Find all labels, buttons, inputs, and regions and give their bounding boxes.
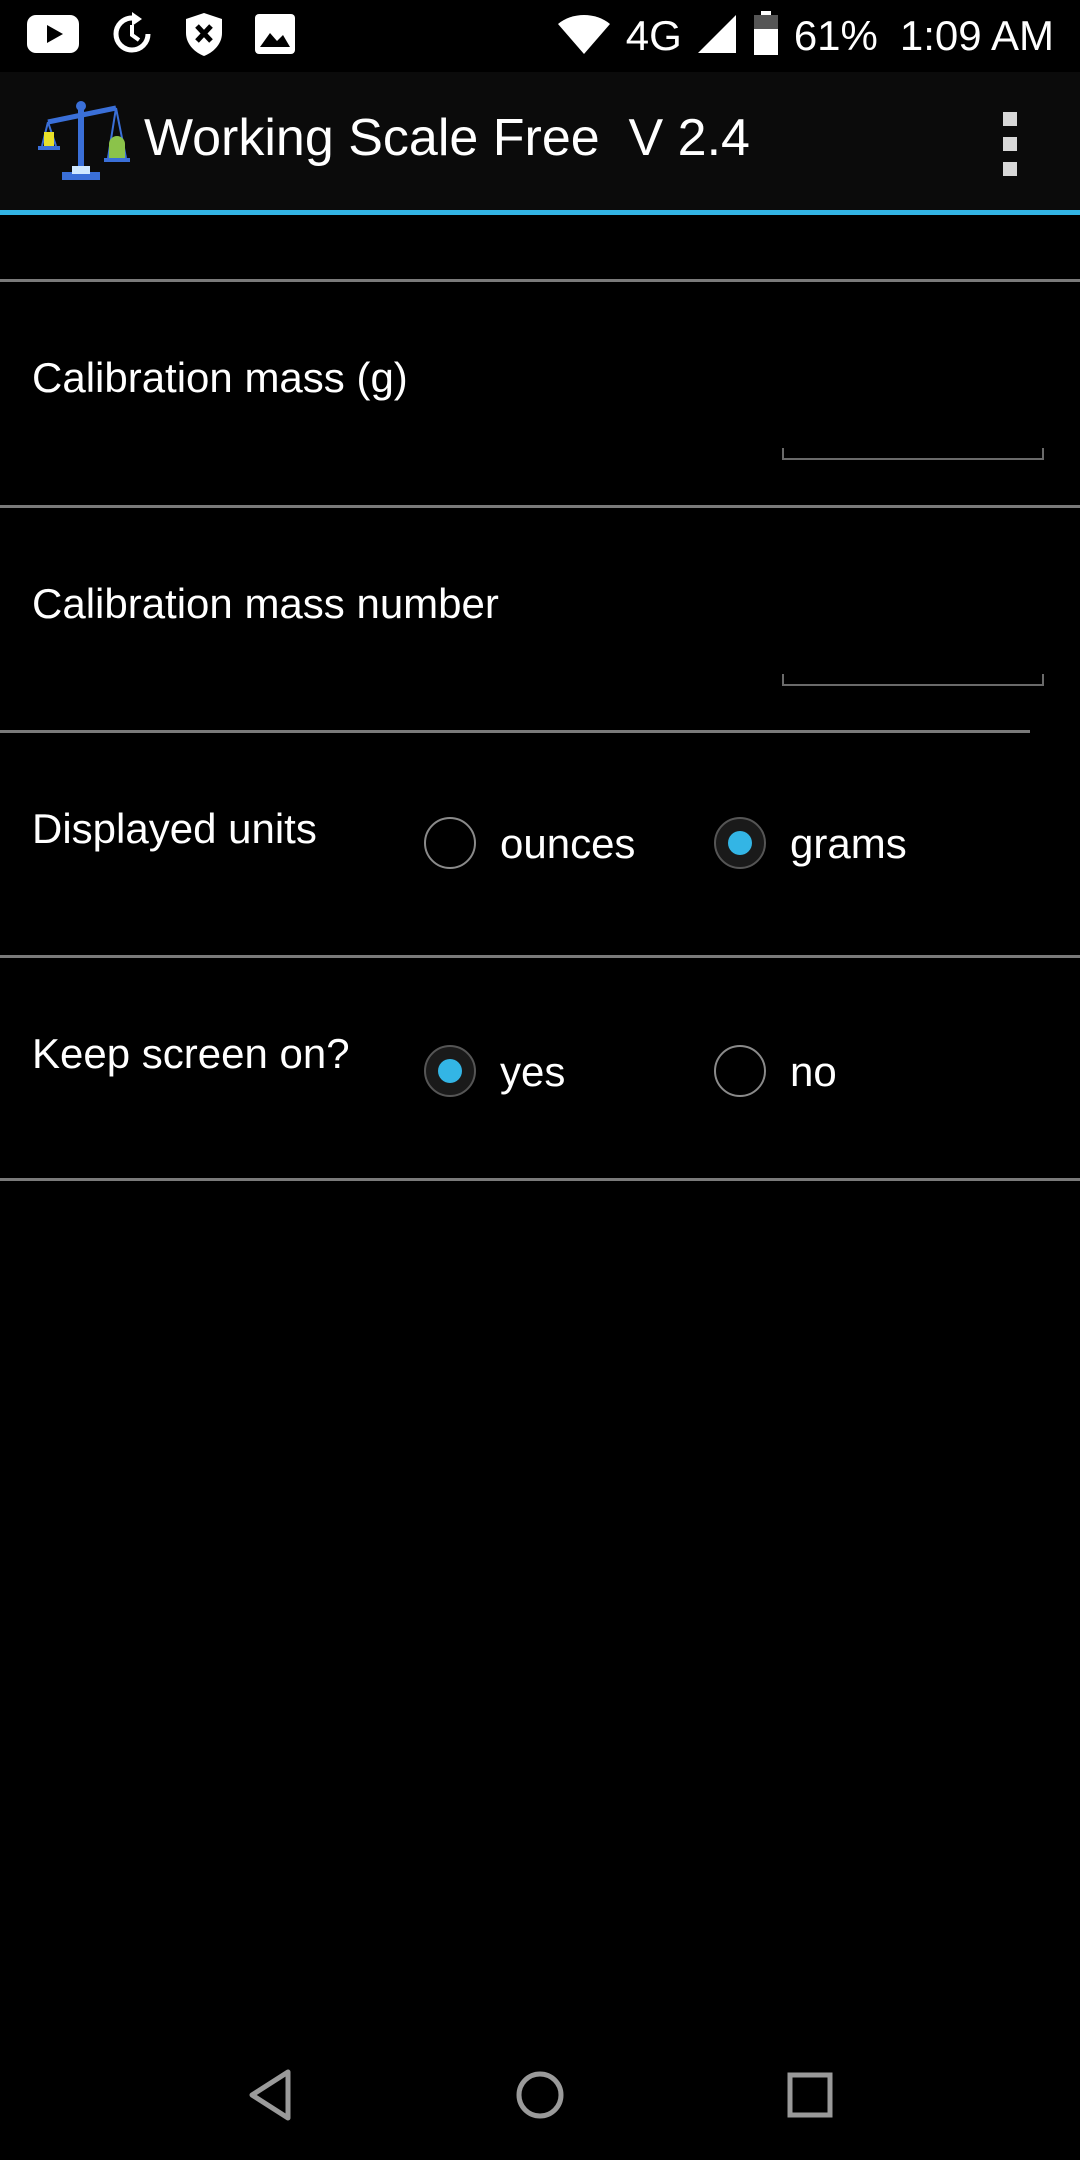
divider [0,955,1080,958]
displayed-units-label: Displayed units [32,805,317,852]
keep-screen-on-label: Keep screen on? [32,1030,350,1077]
overflow-menu-icon[interactable] [1000,112,1020,176]
divider [0,1178,1080,1181]
divider [0,505,1080,508]
system-status: 4G 61% 1:09 AM [556,10,1054,62]
yes-radio[interactable] [424,1045,476,1097]
calibration-mass-number-label: Calibration mass number [32,580,499,627]
app-bar: Working Scale Free V 2.4 [0,72,1080,215]
image-icon [254,13,296,60]
sync-icon [110,11,154,61]
wifi-icon [556,12,612,61]
divider [0,279,1080,282]
battery-percent: 61% [793,12,878,59]
status-bar: 4G 61% 1:09 AM [0,0,1080,72]
grams-radio[interactable] [714,817,766,869]
scale-app-icon [34,100,130,184]
shield-icon [184,11,224,62]
back-icon[interactable] [236,2060,306,2130]
navigation-bar [0,2030,1080,2160]
signal-icon [696,13,738,60]
battery-icon [752,10,780,62]
app-title: Working Scale Free V 2.4 [144,109,750,167]
home-icon[interactable] [505,2060,575,2130]
yes-radio-label[interactable]: yes [500,1048,565,1096]
ounces-radio-label[interactable]: ounces [500,820,635,868]
calibration-mass-input[interactable] [782,448,1044,460]
recents-icon[interactable] [775,2060,845,2130]
calibration-mass-number-input[interactable] [782,674,1044,686]
no-radio-label[interactable]: no [790,1048,837,1096]
ounces-radio[interactable] [424,817,476,869]
no-radio[interactable] [714,1045,766,1097]
notification-icons [26,11,296,62]
divider [0,730,1030,733]
network-type: 4G [625,12,682,59]
calibration-mass-label: Calibration mass (g) [32,354,408,401]
grams-radio-label[interactable]: grams [790,820,907,868]
youtube-icon [26,14,80,59]
clock: 1:09 AM [899,12,1054,59]
